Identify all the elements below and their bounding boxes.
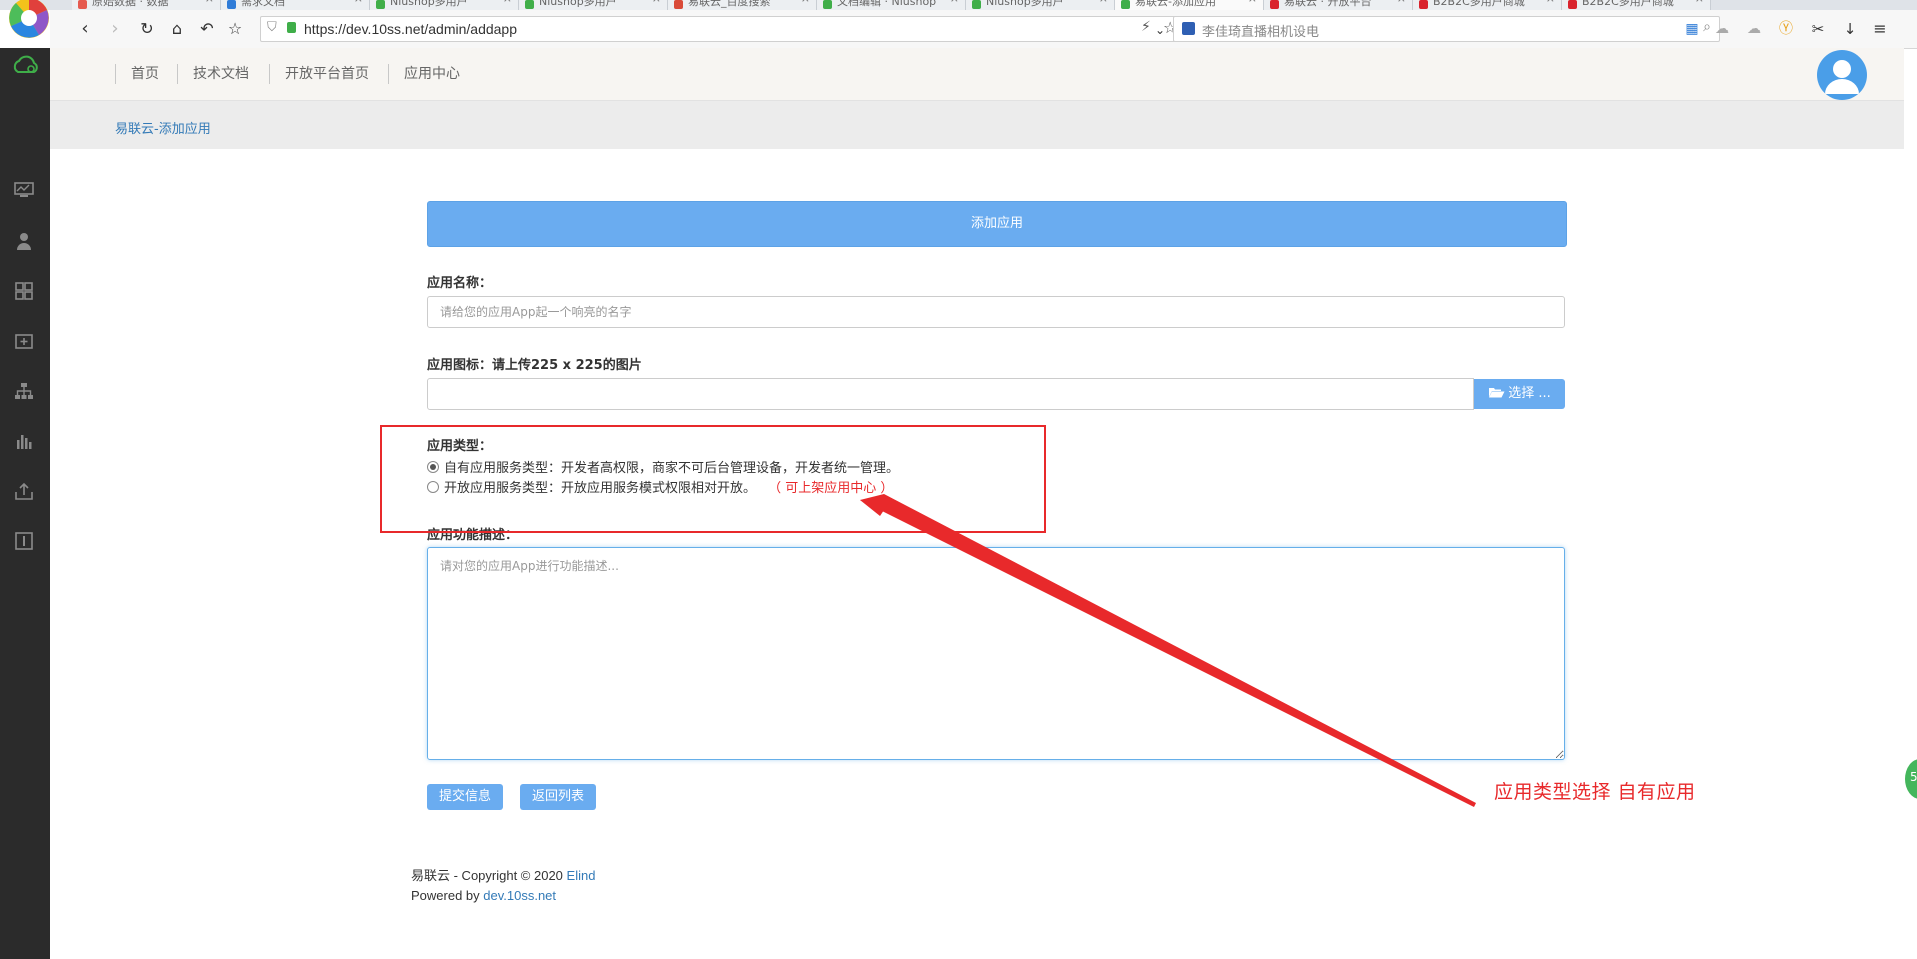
app-icon-label: 应用图标：请上传225 x 225的图片 (427, 358, 642, 373)
cloud-printer-icon[interactable] (10, 54, 40, 76)
breadcrumb-bar: 易联云-添加应用 (50, 101, 1904, 149)
footer: 易联云 - Copyright © 2020 Elind Powered by … (411, 866, 595, 906)
floating-service-badge[interactable]: 53 (1903, 757, 1917, 801)
browse-file-button[interactable]: 选择 ... (1474, 379, 1565, 409)
browser-tab[interactable]: B2B2C多用户商城× (1562, 0, 1711, 10)
folder-open-icon (1488, 380, 1505, 398)
forward-arrow-icon[interactable]: › (104, 18, 126, 40)
tab-favicon-icon (376, 0, 385, 9)
dashboard-grid-icon[interactable] (13, 282, 35, 304)
tab-favicon-icon (1121, 0, 1130, 9)
monitor-icon[interactable] (13, 182, 35, 204)
app-name-label: 应用名称： (427, 276, 493, 291)
back-arrow-icon[interactable]: ‹ (74, 18, 96, 40)
upload-icon[interactable] (13, 482, 35, 504)
tab-close-icon[interactable]: × (503, 0, 512, 4)
apps-grid-icon[interactable]: ▦ (1681, 18, 1703, 40)
browser-search-placeholder: 李佳琦直播相机设电 (1202, 25, 1320, 40)
tab-close-icon[interactable]: × (801, 0, 810, 4)
tab-favicon-icon (972, 0, 981, 9)
annotation-text: 应用类型选择 自有应用 (1494, 781, 1696, 803)
powered-by-text: Powered by (411, 888, 484, 903)
browser-toolbar: ‹ › ↻ ⌂ ↶ ☆ ⛉ https://dev.10ss.net/admin… (50, 10, 1917, 49)
tab-close-icon[interactable]: × (1248, 0, 1257, 4)
tab-close-icon[interactable]: × (950, 0, 959, 4)
tab-favicon-icon (1419, 0, 1428, 9)
tab-favicon-icon (525, 0, 534, 9)
user-icon[interactable] (13, 232, 35, 254)
browser-tab[interactable]: 易联云_百度搜索× (668, 0, 817, 10)
home-icon[interactable]: ⌂ (166, 18, 188, 40)
tab-close-icon[interactable]: × (1695, 0, 1704, 4)
tab-favicon-icon (1568, 0, 1577, 9)
tab-favicon-icon (674, 0, 683, 9)
browser-search-box[interactable]: 李佳琦直播相机设电 ⌕ (1173, 16, 1720, 42)
browser-tab[interactable]: 文档编辑 · Niushop× (817, 0, 966, 10)
address-bar[interactable]: ⛉ https://dev.10ss.net/admin/addapp ⚡ ☆ (260, 16, 1197, 42)
tab-favicon-icon (227, 0, 236, 9)
search-engine-icon (1182, 22, 1195, 35)
nav-home[interactable]: 首页 (115, 64, 174, 84)
nav-tech-docs[interactable]: 技术文档 (177, 64, 264, 84)
submit-button[interactable]: 提交信息 (427, 784, 504, 810)
tab-favicon-icon (823, 0, 832, 9)
annotation-highlight-box (380, 425, 1046, 533)
tab-favicon-icon (1270, 0, 1279, 9)
back-to-list-button[interactable]: 返回列表 (520, 784, 597, 810)
browser-tab[interactable]: 原始数据 · 数据× (72, 0, 221, 10)
add-box-icon[interactable] (13, 332, 35, 354)
form-title: 添加应用 (427, 201, 1567, 247)
nav-app-center[interactable]: 应用中心 (388, 64, 475, 84)
avatar[interactable] (1817, 50, 1867, 100)
sitemap-icon[interactable] (13, 382, 35, 404)
browser-tab[interactable]: Niushop多用户× (370, 0, 519, 10)
search-icon[interactable]: ⌕ (1703, 19, 1711, 35)
tab-close-icon[interactable]: × (205, 0, 214, 4)
url-text: https://dev.10ss.net/admin/addapp (304, 21, 517, 37)
tab-close-icon[interactable]: × (1099, 0, 1108, 4)
tab-favicon-icon (78, 0, 87, 9)
copyright-text: 易联云 - Copyright © 2020 (411, 868, 567, 883)
cloud-icon[interactable]: ☁ (1711, 18, 1733, 40)
bar-chart-icon[interactable] (13, 432, 35, 454)
browser-tab[interactable]: Niushop多用户× (519, 0, 668, 10)
browser-tab[interactable]: B2B2C多用户商城× (1413, 0, 1562, 10)
extension-y-icon[interactable]: Ⓨ (1775, 18, 1797, 40)
menu-icon[interactable]: ≡ (1869, 18, 1891, 40)
browser-tab[interactable]: Niushop多用户× (966, 0, 1115, 10)
browse-label: 选择 ... (1508, 386, 1551, 401)
tab-close-icon[interactable]: × (354, 0, 363, 4)
info-box-icon[interactable] (13, 532, 35, 554)
shield-icon: ⛉ (267, 20, 277, 35)
scissors-icon[interactable]: ✂ (1807, 18, 1829, 40)
nav-open-platform[interactable]: 开放平台首页 (269, 64, 384, 84)
app-sidebar (0, 48, 50, 959)
site-link[interactable]: dev.10ss.net (483, 888, 556, 903)
app-desc-textarea[interactable] (427, 547, 1565, 760)
browser-tab[interactable]: 易联云 · 开放平台× (1264, 0, 1413, 10)
tab-close-icon[interactable]: × (1397, 0, 1406, 4)
tab-close-icon[interactable]: × (652, 0, 661, 4)
browser-logo-icon (6, 0, 56, 42)
browser-tab[interactable]: 需求文档× (221, 0, 370, 10)
breadcrumb[interactable]: 易联云-添加应用 (115, 118, 211, 137)
download-icon[interactable]: ↓ (1839, 18, 1861, 40)
cloud-sync-icon[interactable]: ☁ (1743, 18, 1765, 40)
undo-icon[interactable]: ↶ (196, 18, 218, 40)
bookmark-star-icon[interactable]: ☆ (224, 18, 246, 40)
app-icon-file-field[interactable] (427, 378, 1474, 410)
dropdown-chevron-icon[interactable]: ⌄ (1149, 19, 1171, 41)
browser-tab-active[interactable]: 易联云-添加应用× (1115, 0, 1264, 10)
app-name-input[interactable] (427, 296, 1565, 328)
lock-icon (287, 22, 296, 33)
reload-icon[interactable]: ↻ (136, 18, 158, 40)
elind-link[interactable]: Elind (567, 868, 596, 883)
tab-close-icon[interactable]: × (1546, 0, 1555, 4)
top-navigation: 首页 技术文档 开放平台首页 应用中心 (50, 48, 1904, 101)
browser-tab-strip: 原始数据 · 数据× 需求文档× Niushop多用户× Niushop多用户×… (0, 0, 1917, 10)
